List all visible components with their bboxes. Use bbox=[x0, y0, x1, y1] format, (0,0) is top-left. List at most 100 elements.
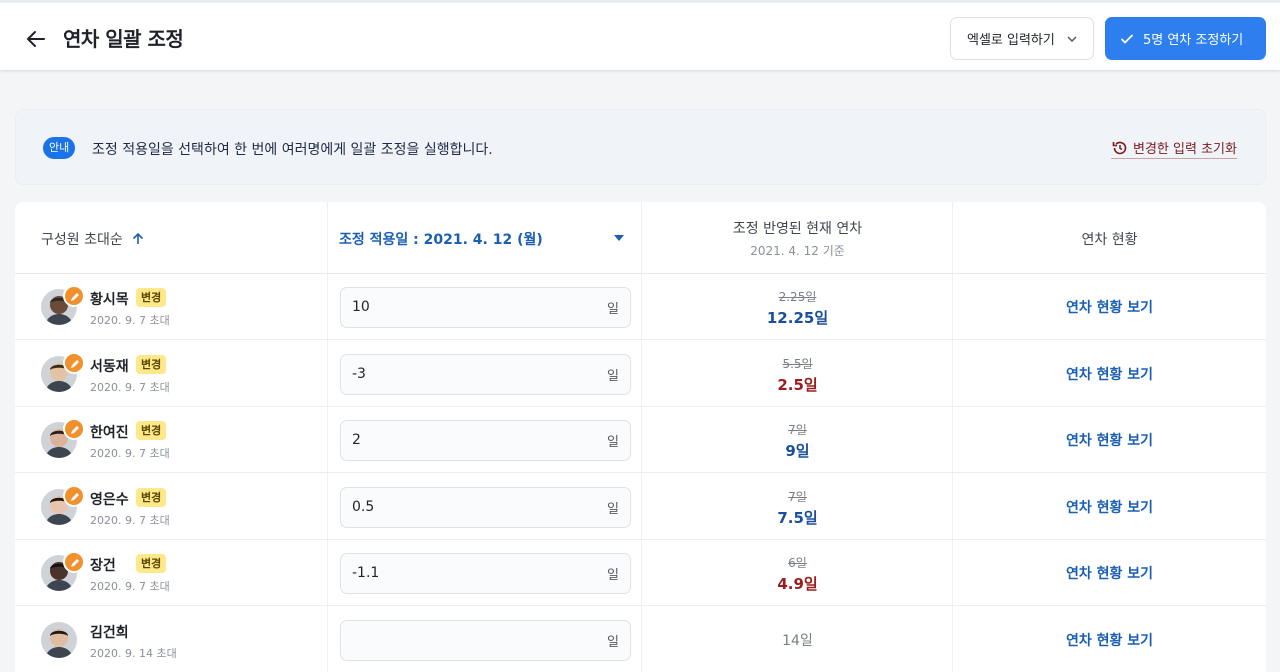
previous-leave-value: 2.25일 bbox=[778, 290, 817, 304]
edited-indicator bbox=[63, 484, 85, 507]
view-leave-status-link[interactable]: 연차 현황 보기 bbox=[953, 430, 1266, 450]
current-leave: 7일 7.5일 bbox=[642, 488, 953, 528]
pencil-icon bbox=[71, 559, 79, 567]
pencil-icon bbox=[71, 426, 79, 434]
current-leave-value: 14일 bbox=[782, 632, 813, 649]
previous-leave-value: 5.5일 bbox=[782, 356, 813, 371]
invite-date: 2020. 9. 7 초대 bbox=[90, 314, 170, 327]
current-leave: 7일 9일 bbox=[642, 421, 953, 461]
adjustment-value: 0.5 bbox=[352, 498, 375, 515]
check-icon bbox=[1121, 34, 1133, 44]
changed-badge: 변경 bbox=[136, 487, 167, 507]
apply-adjustment-button[interactable]: 5명 연차 조정하기 bbox=[1105, 17, 1266, 60]
invite-date: 2020. 9. 7 초대 bbox=[90, 513, 170, 527]
member-name: 김건희 bbox=[90, 624, 129, 641]
table-row: 장건 변경 2020. 9. 7 초대 -1.1 일 6일 4.9일 연차 현황 보기 bbox=[15, 540, 1266, 606]
invite-date: 2020. 9. 7 초대 bbox=[90, 580, 170, 593]
invite-date: 2020. 9. 7 초대 bbox=[90, 447, 170, 460]
excel-input-dropdown[interactable]: 엑셀로 입력하기 bbox=[950, 17, 1094, 60]
adjusted-leave-value: 4.9일 bbox=[777, 575, 818, 593]
sort-by-invite-header[interactable]: 구성원 초대순 bbox=[41, 229, 145, 249]
caret-down-icon[interactable] bbox=[614, 235, 624, 241]
adjustment-input[interactable]: 0.5 일 bbox=[340, 486, 631, 528]
table-row: 김건희 2020. 9. 14 초대 일 14일 연차 현황 보기 bbox=[15, 607, 1266, 672]
previous-leave-value: 7일 bbox=[788, 423, 807, 437]
edited-indicator bbox=[63, 285, 85, 307]
pencil-icon bbox=[71, 293, 79, 301]
apply-label: 5명 연차 조정하기 bbox=[1143, 33, 1244, 48]
adjusted-leave-value: 7.5일 bbox=[777, 508, 818, 527]
changed-badge: 변경 bbox=[136, 288, 167, 307]
unit-label: 일 bbox=[607, 634, 619, 650]
current-leave: 14일 bbox=[642, 630, 953, 650]
excel-input-label: 엑셀로 입력하기 bbox=[967, 33, 1055, 48]
view-leave-status-link[interactable]: 연차 현황 보기 bbox=[953, 497, 1266, 517]
member-name: 황시목 bbox=[90, 292, 129, 308]
member-name: 서동재 bbox=[90, 358, 129, 375]
edited-indicator bbox=[63, 551, 85, 573]
info-message: 조정 적용일을 선택하여 한 번에 여러명에게 일괄 조정을 실행합니다. bbox=[92, 142, 493, 158]
arrow-up-icon bbox=[132, 232, 143, 244]
invite-date: 2020. 9. 14 초대 bbox=[90, 646, 177, 660]
member-name: 한여진 bbox=[90, 425, 129, 441]
info-badge: 안내 bbox=[43, 137, 76, 159]
chevron-down-icon bbox=[1067, 36, 1077, 43]
edited-indicator bbox=[63, 418, 85, 440]
col-name-label: 구성원 초대순 bbox=[41, 232, 123, 248]
table-row: 한여진 변경 2020. 9. 7 초대 2 일 7일 9일 연차 현황 보기 bbox=[15, 407, 1266, 473]
view-leave-status-link[interactable]: 연차 현황 보기 bbox=[953, 630, 1266, 650]
table-row: 영은수 변경 2020. 9. 7 초대 0.5 일 7일 7.5일 연차 현황 보기 bbox=[15, 474, 1266, 540]
adjustment-value: 2 bbox=[352, 432, 361, 448]
adjustment-input[interactable]: 10 일 bbox=[340, 287, 631, 328]
pencil-icon bbox=[71, 492, 79, 501]
apply-date-selector[interactable]: 조정 적용일 : 2021. 4. 12 (월) bbox=[339, 229, 543, 249]
adjusted-leave-value: 12.25일 bbox=[766, 309, 829, 327]
history-icon bbox=[1112, 141, 1127, 154]
adjustment-value: -1.1 bbox=[352, 565, 380, 581]
changed-badge: 변경 bbox=[136, 421, 167, 440]
reset-label: 변경한 입력 초기화 bbox=[1133, 142, 1237, 157]
view-leave-status-link[interactable]: 연차 현황 보기 bbox=[953, 364, 1266, 384]
col-current-label: 조정 반영된 현재 연차 bbox=[732, 221, 863, 237]
current-leave: 6일 4.9일 bbox=[642, 554, 953, 594]
adjustment-input[interactable]: 일 bbox=[340, 619, 631, 661]
pencil-icon bbox=[71, 359, 79, 368]
unit-label: 일 bbox=[607, 302, 619, 317]
changed-badge: 변경 bbox=[136, 554, 167, 573]
avatar bbox=[41, 621, 77, 658]
edited-indicator bbox=[63, 351, 85, 374]
back-arrow-icon[interactable] bbox=[24, 27, 48, 51]
unit-label: 일 bbox=[607, 368, 619, 384]
unit-label: 일 bbox=[607, 568, 619, 583]
adjusted-leave-value: 2.5일 bbox=[777, 375, 818, 394]
current-leave: 2.25일 12.25일 bbox=[642, 288, 953, 328]
adjustment-input[interactable]: -3 일 bbox=[340, 353, 631, 395]
table-row: 서동재 변경 2020. 9. 7 초대 -3 일 5.5일 2.5일 연차 현황 보기 bbox=[15, 341, 1266, 407]
adjustment-input[interactable]: 2일 bbox=[340, 420, 631, 461]
top-header: 연차 일괄 조정 엑셀로 입력하기 5명 연차 조정하기 bbox=[0, 0, 1280, 70]
invite-date: 2020. 9. 7 초대 bbox=[90, 380, 170, 394]
view-leave-status-link[interactable]: 연차 현황 보기 bbox=[953, 563, 1266, 583]
adjustment-value: -3 bbox=[352, 365, 366, 382]
member-name: 영은수 bbox=[90, 491, 129, 508]
table-header: 구성원 초대순 조정 적용일 : 2021. 4. 12 (월) 조정 반영된 … bbox=[15, 202, 1266, 274]
unit-label: 일 bbox=[607, 435, 619, 450]
col-current-sub: 2021. 4. 12 기준 bbox=[750, 244, 845, 258]
view-leave-status-link[interactable]: 연차 현황 보기 bbox=[953, 297, 1266, 317]
current-leave: 5.5일 2.5일 bbox=[642, 355, 953, 395]
col-status-label: 연차 현황 bbox=[1081, 232, 1138, 248]
reset-inputs-link[interactable]: 변경한 입력 초기화 bbox=[1111, 138, 1237, 159]
previous-leave-value: 7일 bbox=[788, 489, 807, 504]
info-banner: 안내 조정 적용일을 선택하여 한 번에 여러명에게 일괄 조정을 실행합니다.… bbox=[15, 109, 1266, 185]
changed-badge: 변경 bbox=[136, 354, 167, 374]
adjusted-leave-value: 9일 bbox=[785, 442, 810, 460]
current-leave-header: 조정 반영된 현재 연차 2021. 4. 12 기준 bbox=[642, 218, 953, 259]
previous-leave-value: 6일 bbox=[788, 556, 807, 570]
page-title: 연차 일괄 조정 bbox=[63, 27, 184, 51]
adjustment-input[interactable]: -1.1 일 bbox=[340, 553, 631, 594]
unit-label: 일 bbox=[607, 501, 619, 517]
adjustment-table: 구성원 초대순 조정 적용일 : 2021. 4. 12 (월) 조정 반영된 … bbox=[15, 202, 1266, 672]
adjustment-value: 10 bbox=[352, 299, 370, 315]
table-row: 황시목 변경 2020. 9. 7 초대 10 일 2.25일 12.25일 연차 현황 보기 bbox=[15, 274, 1266, 340]
member-name: 장건 bbox=[90, 558, 116, 574]
